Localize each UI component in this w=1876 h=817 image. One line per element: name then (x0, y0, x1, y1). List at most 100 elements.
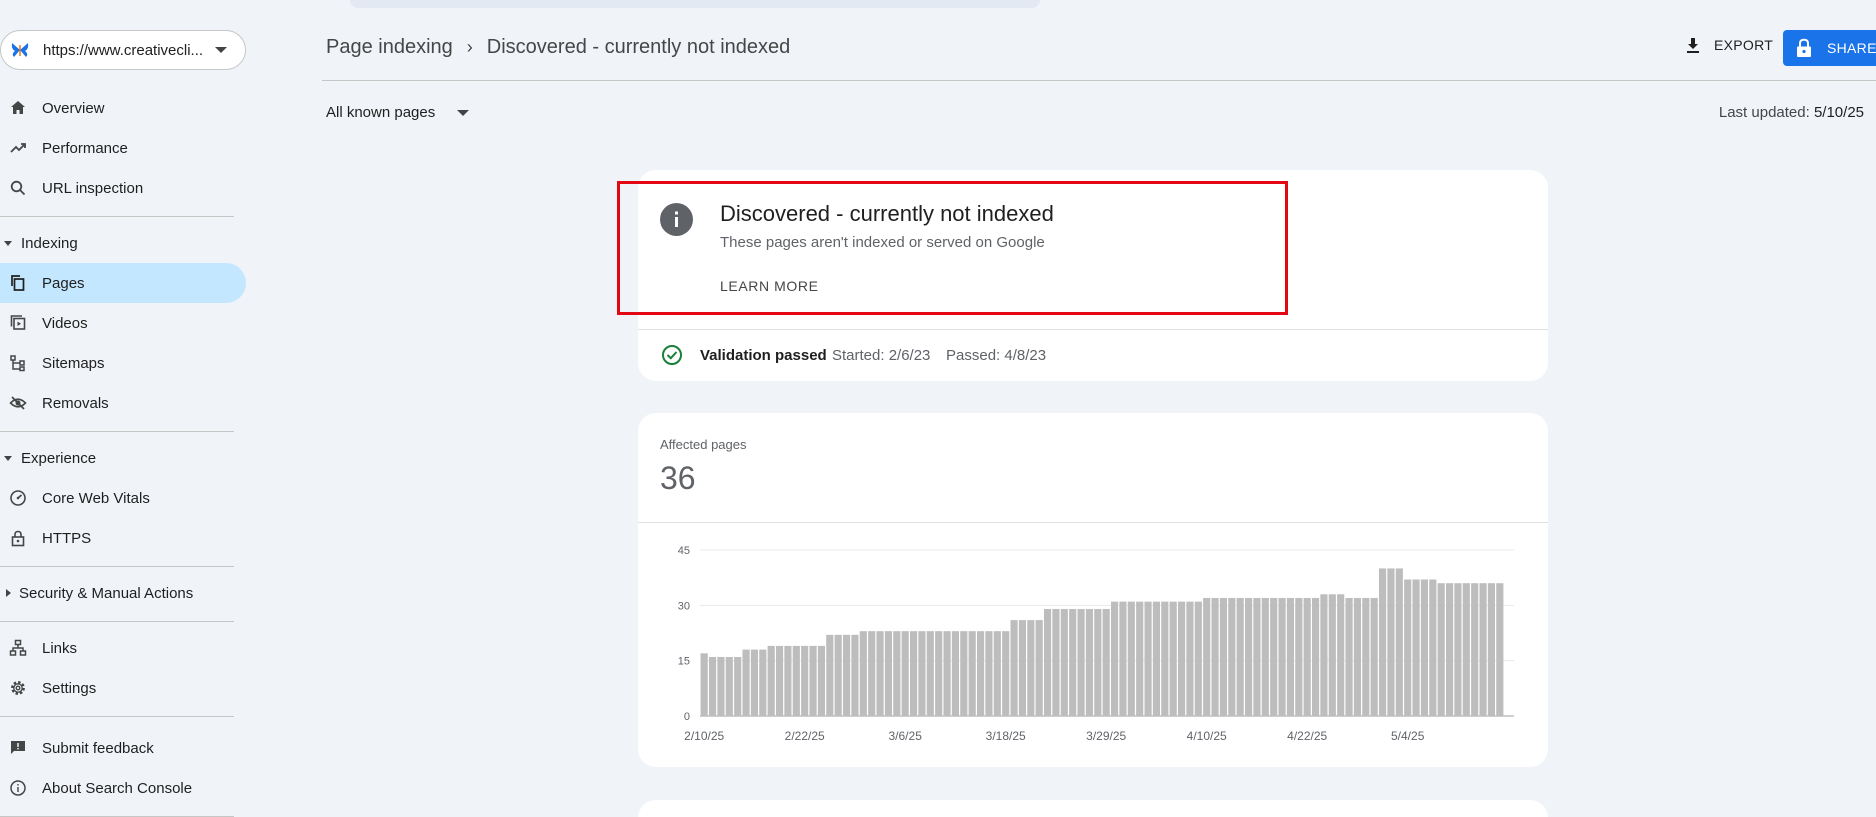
sidebar-item-links[interactable]: Links (0, 628, 246, 668)
chart-bar[interactable] (775, 645, 784, 716)
chart-bar[interactable] (1169, 601, 1177, 716)
breadcrumb-page-indexing[interactable]: Page indexing (326, 36, 453, 59)
property-selector[interactable]: https://www.creativecli... (0, 30, 246, 70)
chart-bar[interactable] (1127, 601, 1135, 716)
chart-bar[interactable] (1027, 620, 1035, 716)
chart-bar[interactable] (1236, 597, 1244, 716)
chart-bar[interactable] (1152, 601, 1161, 716)
chart-bar[interactable] (792, 645, 800, 716)
chart-bar[interactable] (708, 656, 717, 716)
sidebar-item-performance[interactable]: Performance (0, 128, 246, 168)
chart-bar[interactable] (1035, 620, 1043, 716)
validation-status[interactable]: Validation passed (700, 347, 827, 364)
chart-bar[interactable] (809, 645, 817, 716)
chart-bar[interactable] (1052, 609, 1060, 716)
chart-bar[interactable] (1119, 601, 1127, 716)
chart-bar[interactable] (985, 631, 993, 716)
chart-bar[interactable] (784, 645, 792, 716)
section-indexing[interactable]: Indexing (0, 228, 246, 258)
chart-bar[interactable] (1303, 597, 1311, 716)
chart-bar[interactable] (767, 645, 775, 716)
chart-bar[interactable] (1270, 597, 1278, 716)
chart-bar[interactable] (1177, 601, 1186, 716)
chart-bar[interactable] (943, 631, 951, 716)
chart-bar[interactable] (1211, 597, 1219, 716)
chart-bar[interactable] (1479, 583, 1487, 716)
chart-bar[interactable] (1345, 597, 1353, 716)
chart-bar[interactable] (1462, 583, 1470, 716)
chart-bar[interactable] (1412, 579, 1420, 716)
chart-bar[interactable] (801, 645, 809, 716)
chart-bar[interactable] (717, 656, 725, 716)
chart-bar[interactable] (1010, 620, 1018, 716)
sidebar-item-https[interactable]: HTTPS (0, 518, 246, 558)
chart-bar[interactable] (817, 645, 826, 716)
chart-bar[interactable] (1219, 597, 1228, 716)
chart-bar[interactable] (1295, 597, 1303, 716)
chart-bar[interactable] (1069, 609, 1077, 716)
sidebar-item-pages[interactable]: Pages (0, 263, 246, 303)
sidebar-item-videos[interactable]: Videos (0, 303, 246, 343)
share-button[interactable]: SHARE (1783, 30, 1876, 66)
chart-bar[interactable] (1002, 631, 1010, 716)
chart-bar[interactable] (1077, 609, 1085, 716)
chart-bar[interactable] (1161, 601, 1169, 716)
chart-bar[interactable] (851, 634, 859, 716)
chart-bar[interactable] (1102, 609, 1110, 716)
chart-bar[interactable] (1228, 597, 1236, 716)
chart-bar[interactable] (935, 631, 943, 716)
chart-bar[interactable] (725, 656, 733, 716)
chart-bar[interactable] (909, 631, 918, 716)
chart-bar[interactable] (1253, 597, 1261, 716)
chart-bar[interactable] (1420, 579, 1429, 716)
chart-bar[interactable] (1261, 597, 1269, 716)
chart-bar[interactable] (734, 656, 742, 716)
chart-bar[interactable] (842, 634, 851, 716)
chart-bar[interactable] (759, 649, 767, 716)
chart-bar[interactable] (1395, 568, 1403, 716)
sidebar-item-about[interactable]: About Search Console (0, 768, 246, 808)
chart-bar[interactable] (1286, 597, 1295, 716)
export-button[interactable]: EXPORT (1684, 36, 1773, 54)
chart-bar[interactable] (1387, 568, 1395, 716)
chart-bar[interactable] (700, 653, 708, 716)
chart-bar[interactable] (1471, 583, 1479, 716)
chart-bar[interactable] (1110, 601, 1119, 716)
chart-bar[interactable] (1278, 597, 1286, 716)
chart-bar[interactable] (1018, 620, 1027, 716)
chart-bar[interactable] (859, 631, 867, 716)
chart-bar[interactable] (1194, 601, 1202, 716)
chart-bar[interactable] (901, 631, 909, 716)
chart-bar[interactable] (918, 631, 926, 716)
section-experience[interactable]: Experience (0, 443, 246, 473)
chart-bar[interactable] (1337, 594, 1345, 716)
sidebar-item-sitemaps[interactable]: Sitemaps (0, 343, 246, 383)
chart-bar[interactable] (993, 631, 1001, 716)
chart-bar[interactable] (1136, 601, 1144, 716)
chart-bar[interactable] (1311, 597, 1320, 716)
chart-bar[interactable] (1487, 583, 1496, 716)
chart-bar[interactable] (1370, 597, 1378, 716)
chart-bar[interactable] (1429, 579, 1437, 716)
sidebar-item-settings[interactable]: Settings (0, 668, 246, 708)
sidebar-item-url-inspection[interactable]: URL inspection (0, 168, 246, 208)
sidebar-item-core-web-vitals[interactable]: Core Web Vitals (0, 478, 246, 518)
sidebar-item-submit-feedback[interactable]: Submit feedback (0, 728, 246, 768)
chart-bar[interactable] (1454, 583, 1462, 716)
chart-bar[interactable] (1094, 609, 1102, 716)
chart-bar[interactable] (1378, 568, 1387, 716)
chart-bar[interactable] (1362, 597, 1370, 716)
chart-bar[interactable] (1203, 597, 1211, 716)
chart-bar[interactable] (1496, 583, 1504, 716)
chart-bar[interactable] (1320, 594, 1328, 716)
chart-bar[interactable] (1353, 597, 1362, 716)
chart-bar[interactable] (868, 631, 876, 716)
chart-bar[interactable] (926, 631, 934, 716)
chart-bar[interactable] (1085, 609, 1094, 716)
chart-bar[interactable] (750, 649, 759, 716)
chart-bar[interactable] (1043, 609, 1052, 716)
chart-bar[interactable] (1437, 583, 1445, 716)
chart-bar[interactable] (1328, 594, 1336, 716)
chart-bar[interactable] (1186, 601, 1194, 716)
chart-bar[interactable] (884, 631, 893, 716)
